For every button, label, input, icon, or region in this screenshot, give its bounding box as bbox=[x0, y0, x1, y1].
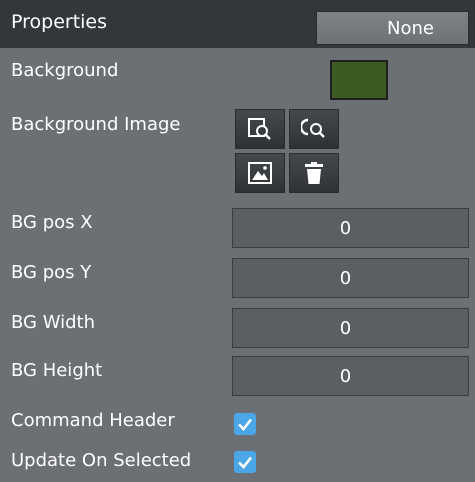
search-image-button[interactable] bbox=[289, 109, 339, 149]
bg-width-input[interactable]: 0 bbox=[232, 308, 469, 348]
bg-pos-y-label: BG pos Y bbox=[11, 262, 92, 283]
command-header-label: Command Header bbox=[11, 410, 175, 431]
mode-dropdown-button[interactable]: None bbox=[316, 11, 469, 45]
search-image-icon bbox=[301, 118, 325, 138]
bg-pos-x-input[interactable]: 0 bbox=[232, 208, 469, 248]
bg-height-label: BG Height bbox=[11, 360, 103, 381]
checkmark-icon bbox=[238, 456, 253, 469]
delete-image-button[interactable] bbox=[289, 153, 339, 193]
image-preview-button[interactable] bbox=[235, 153, 285, 193]
panel-title: Properties bbox=[11, 11, 108, 33]
update-on-selected-checkbox[interactable] bbox=[234, 451, 256, 473]
trash-icon bbox=[305, 162, 323, 184]
bg-width-label: BG Width bbox=[11, 312, 95, 333]
update-on-selected-label: Update On Selected bbox=[11, 450, 192, 471]
image-preview-icon bbox=[248, 162, 272, 184]
command-header-checkbox[interactable] bbox=[234, 413, 256, 435]
background-color-swatch[interactable] bbox=[330, 60, 388, 100]
bg-pos-y-input[interactable]: 0 bbox=[232, 258, 469, 298]
bg-height-input[interactable]: 0 bbox=[232, 356, 469, 396]
browse-image-icon bbox=[248, 118, 271, 140]
properties-header: Properties None bbox=[0, 0, 475, 48]
browse-image-button[interactable] bbox=[235, 109, 285, 149]
background-label: Background bbox=[11, 60, 119, 81]
background-image-label: Background Image bbox=[11, 114, 181, 135]
checkmark-icon bbox=[238, 418, 253, 431]
bg-pos-x-label: BG pos X bbox=[11, 212, 93, 233]
properties-panel: Properties None Background Background Im… bbox=[0, 0, 475, 482]
